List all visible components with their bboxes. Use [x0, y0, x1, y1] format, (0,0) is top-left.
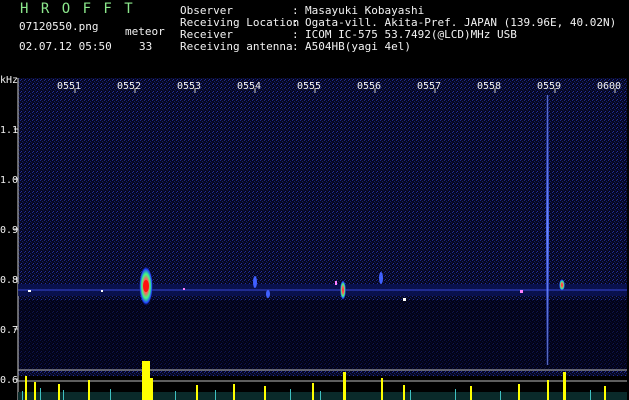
x-tick-label: 0559	[537, 81, 561, 92]
y-ticks	[14, 128, 18, 380]
y-tick-label: 0.9	[0, 225, 18, 236]
meteor-echo	[559, 279, 565, 291]
x-tick-label: 0551	[57, 81, 81, 92]
carrier-band	[18, 284, 627, 296]
noise-dim	[18, 300, 627, 370]
meteor-echo-core	[143, 280, 149, 292]
meteor-echo	[335, 281, 337, 285]
y-tick-label: 1.0	[0, 175, 18, 186]
y-tick-label: 0.6	[0, 375, 18, 386]
meteor-echo	[340, 280, 346, 300]
x-tick-label: 0557	[417, 81, 441, 92]
y-tick-label: 0.8	[0, 275, 18, 286]
x-tick-label: 0600	[597, 81, 621, 92]
y-tick-label: 1.1	[0, 125, 18, 136]
y-tick-label: 0.7	[0, 325, 18, 336]
meteor-echo	[28, 290, 31, 292]
x-tick-label: 0552	[117, 81, 141, 92]
x-tick-label: 0554	[237, 81, 261, 92]
x-tick-label: 0553	[177, 81, 201, 92]
meteor-echo	[183, 288, 185, 290]
x-tick-label: 0558	[477, 81, 501, 92]
meteor-echo	[266, 290, 270, 298]
spectrogram: kHz 1.1 1.0 0.9 0.8 0.7 0.6 0551 0552 05…	[0, 75, 627, 400]
vertical-streak-core	[547, 95, 548, 365]
x-tick-label: 0556	[357, 81, 381, 92]
meteor-echo	[101, 290, 103, 292]
y-tick-labels: 1.1 1.0 0.9 0.8 0.7 0.6	[0, 125, 18, 386]
meteor-echo	[253, 276, 257, 288]
meteor-echo	[520, 290, 523, 293]
unit-label: kHz	[0, 75, 18, 86]
histogram-base	[18, 392, 627, 400]
meteor-echo	[403, 298, 406, 301]
meteor-echo	[379, 272, 383, 284]
x-tick-label: 0555	[297, 81, 321, 92]
